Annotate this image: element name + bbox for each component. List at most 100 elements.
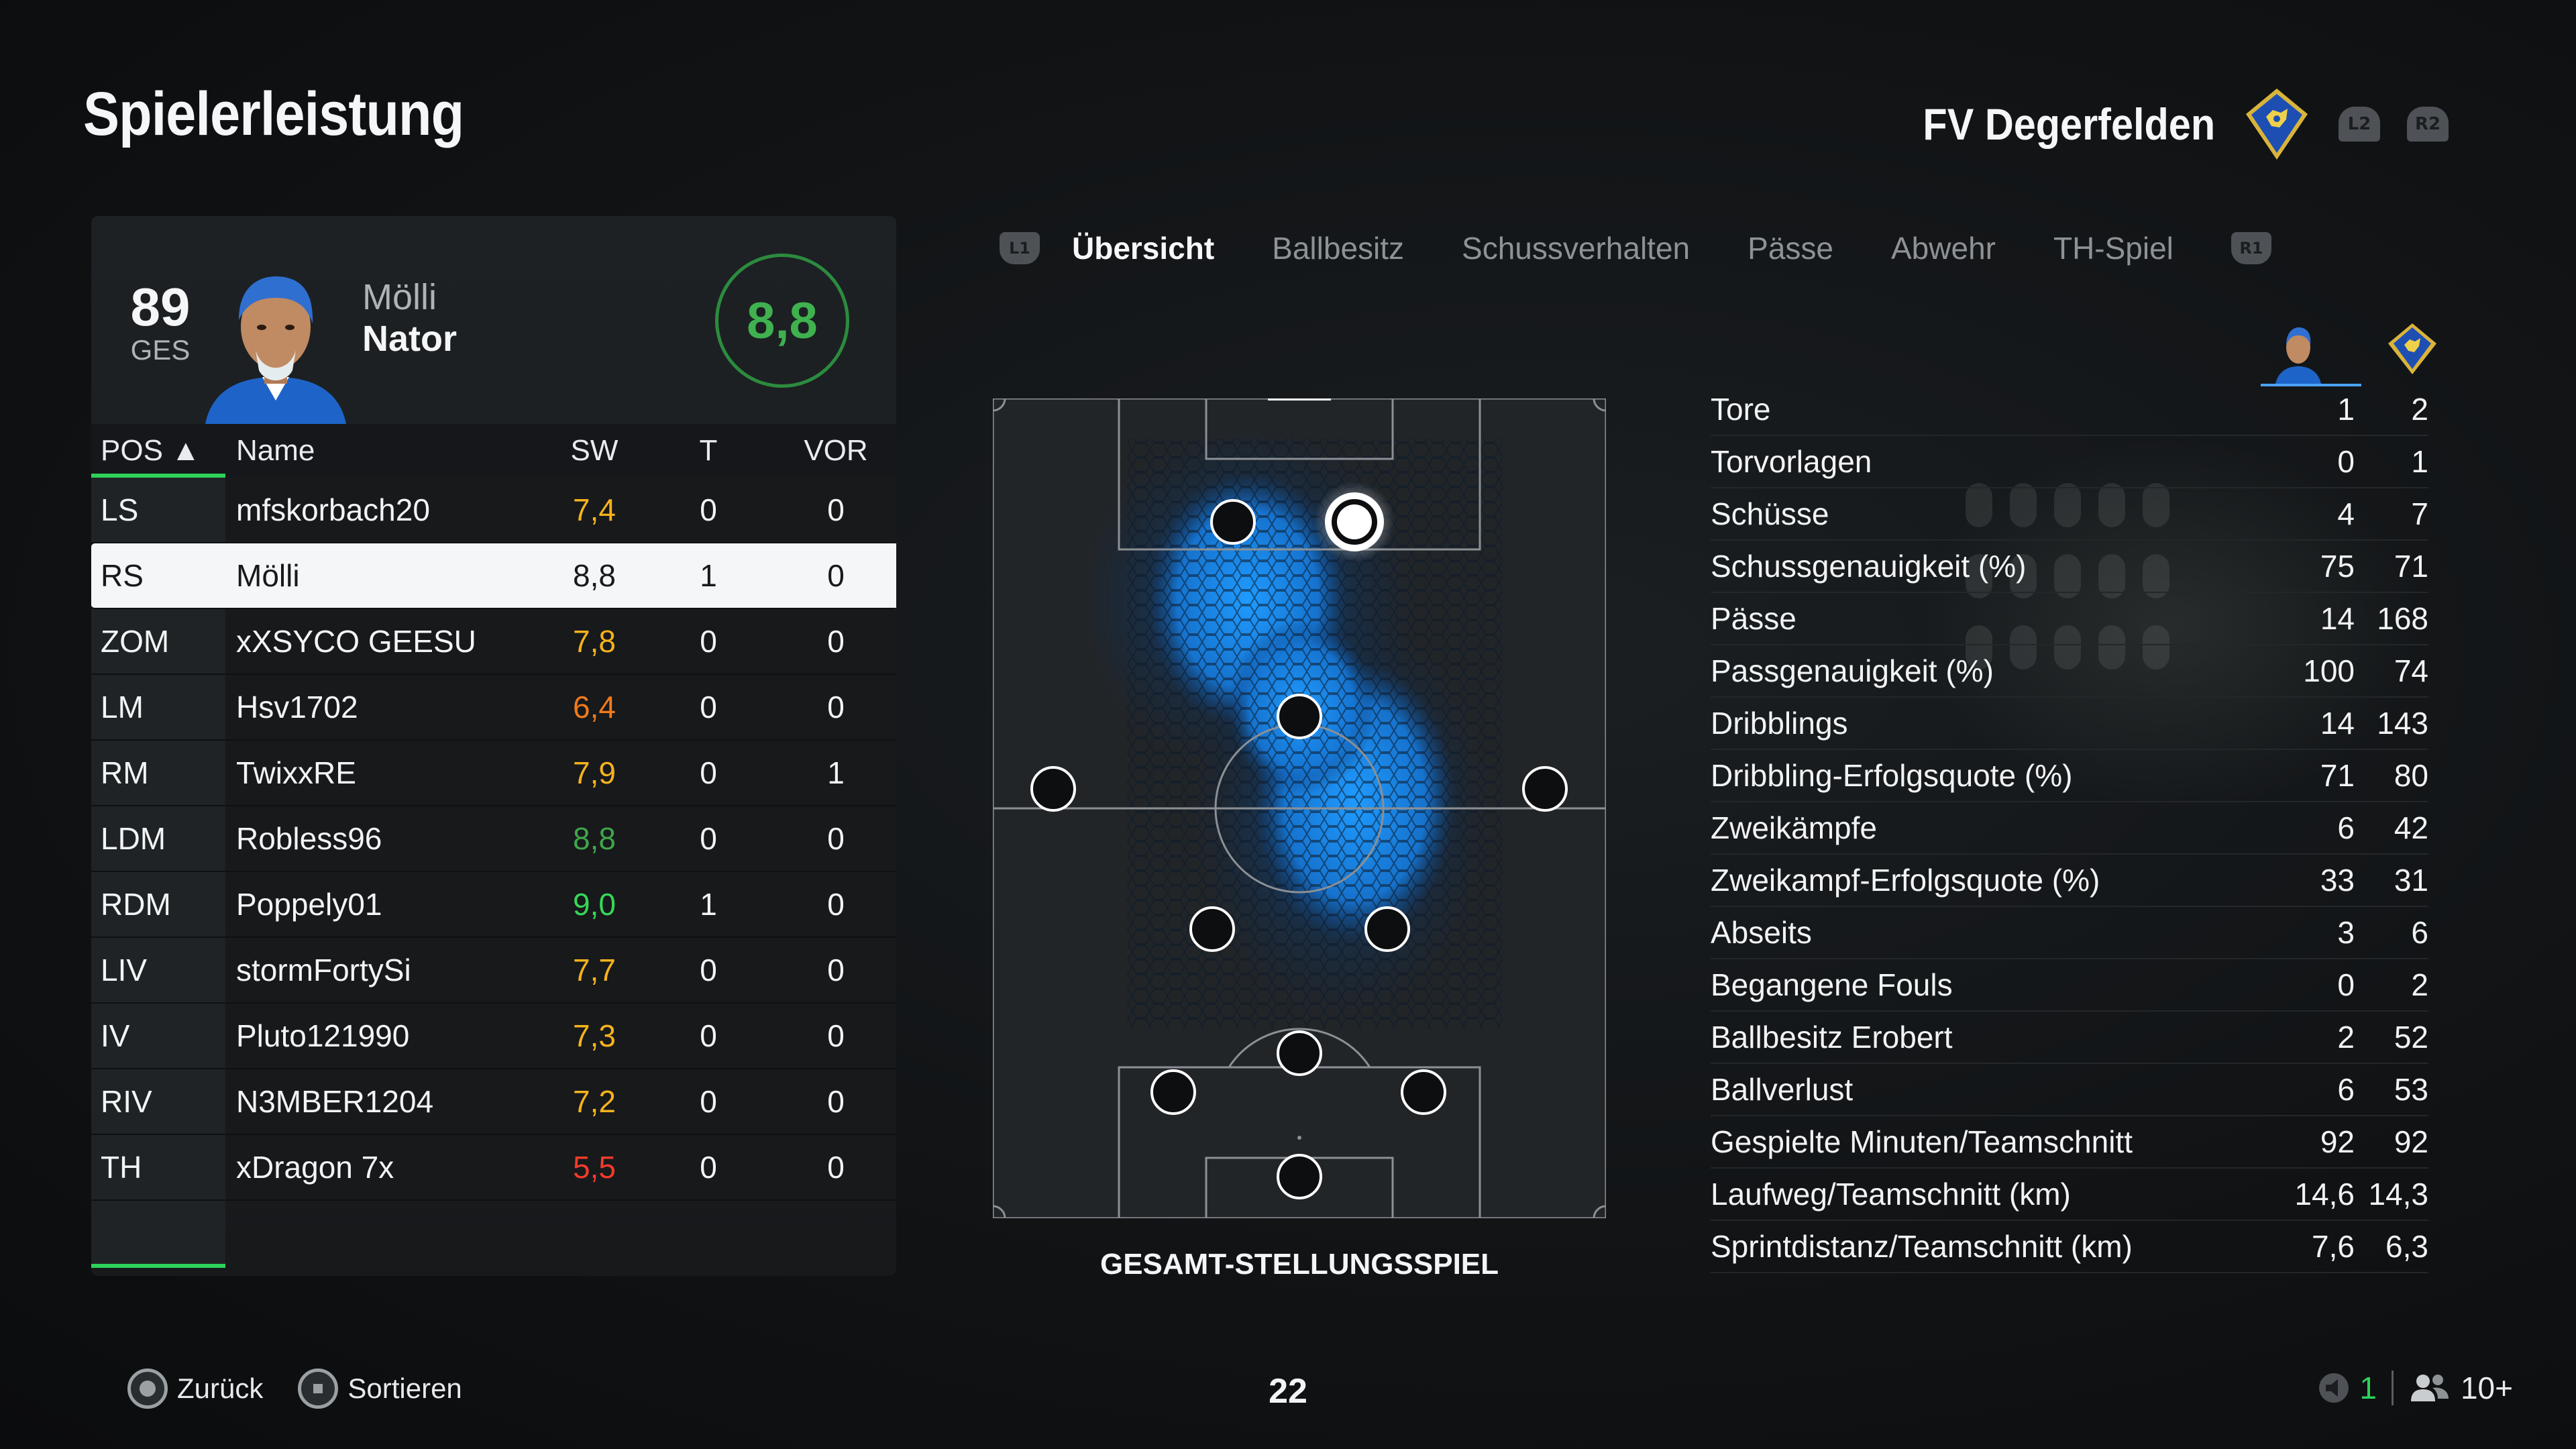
player-marker-liv[interactable] [1150, 1069, 1196, 1115]
player-marker-iv[interactable] [1277, 1030, 1322, 1076]
column-header-t[interactable]: T [641, 434, 775, 468]
back-button[interactable]: Zurück [127, 1368, 263, 1409]
row-goals: 0 [641, 1069, 775, 1134]
stat-label: Zweikampf-Erfolgsquote (%) [1711, 863, 2100, 898]
row-assists: 0 [775, 938, 896, 1002]
tab-abwehr[interactable]: Abwehr [1891, 230, 1996, 266]
footer-separator [2391, 1371, 2394, 1405]
row-player-name: Mölli [225, 543, 547, 608]
stat-player-value: 3 [2337, 915, 2355, 950]
overall-rating: 89 GES [123, 280, 197, 366]
stat-label: Ballverlust [1711, 1072, 1854, 1107]
stat-player-value: 1 [2337, 392, 2355, 427]
r2-button[interactable]: R2 [2407, 107, 2449, 142]
stat-row: Ballverlust 6 53 [1711, 1064, 2428, 1116]
row-player-name: N3MBER1204 [225, 1069, 547, 1134]
stat-team-value: 168 [2377, 601, 2428, 636]
stat-label: Abseits [1711, 915, 1812, 950]
table-row[interactable]: RDM Poppely01 9,0 1 0 [91, 872, 896, 938]
stat-row: Torvorlagen 0 1 [1711, 436, 2428, 488]
row-assists: 0 [775, 478, 896, 542]
table-row[interactable]: TH xDragon 7x 5,5 0 0 [91, 1135, 896, 1201]
stat-row: Abseits 3 6 [1711, 907, 2428, 959]
stat-label: Schussgenauigkeit (%) [1711, 549, 2027, 584]
row-rating: 7,8 [547, 609, 641, 674]
voice-chat-count: 1 [2359, 1371, 2377, 1405]
player-table: POS ▲ Name SW T VOR LS mfskorbach20 7,4 0 0 R… [91, 424, 896, 1268]
row-player-name: Pluto121990 [225, 1004, 547, 1068]
table-body: LS mfskorbach20 7,4 0 0 RS Mölli 8,8 1 0 ZOM xXSYCO… [91, 478, 896, 1201]
stat-label: Laufweg/Teamschnitt (km) [1711, 1177, 2071, 1212]
table-row[interactable]: LS mfskorbach20 7,4 0 0 [91, 478, 896, 543]
row-player-name: stormFortySi [225, 938, 547, 1002]
row-position: RIV [91, 1069, 225, 1134]
footer-controls: Zurück Sortieren [127, 1368, 462, 1409]
column-header-vor[interactable]: VOR [775, 434, 896, 468]
circle-button-icon [127, 1368, 168, 1409]
stats-column-headers [2261, 314, 2449, 388]
tab-ubersicht[interactable]: Übersicht [1072, 230, 1214, 266]
row-goals: 1 [641, 872, 775, 936]
stat-row: Tore 1 2 [1711, 384, 2428, 436]
stat-label: Gespielte Minuten/Teamschnitt [1711, 1124, 2133, 1159]
table-row[interactable]: LM Hsv1702 6,4 0 0 [91, 675, 896, 741]
table-row[interactable]: RM TwixxRE 7,9 0 1 [91, 741, 896, 806]
table-row[interactable]: LDM Robless96 8,8 0 0 [91, 806, 896, 872]
stat-label: Tore [1711, 392, 1771, 427]
stat-team-value: 74 [2394, 653, 2428, 688]
player-marker-zom[interactable] [1277, 694, 1322, 739]
player-marker-riv[interactable] [1401, 1069, 1446, 1115]
pitch-caption: GESAMT-STELLUNGSSPIEL [1099, 1248, 1499, 1281]
tab-passe[interactable]: Pässe [1748, 230, 1833, 266]
row-player-name: Poppely01 [225, 872, 547, 936]
stat-row: Pässe 14 168 [1711, 593, 2428, 645]
row-rating: 5,5 [547, 1135, 641, 1199]
player-marker-rdm[interactable] [1364, 906, 1410, 952]
stat-row: Dribbling-Erfolgsquote (%) 71 80 [1711, 750, 2428, 802]
player-marker-rm[interactable] [1522, 766, 1568, 812]
row-goals: 0 [641, 938, 775, 1002]
stat-label: Ballbesitz Erobert [1711, 1020, 1953, 1055]
stat-row: Dribblings 14 143 [1711, 698, 2428, 750]
stat-label: Dribbling-Erfolgsquote (%) [1711, 758, 2073, 793]
stat-player-value: 100 [2303, 653, 2355, 688]
tab-ballbesitz[interactable]: Ballbesitz [1272, 230, 1404, 266]
table-row[interactable]: IV Pluto121990 7,3 0 0 [91, 1004, 896, 1069]
column-header-name[interactable]: Name [225, 434, 547, 468]
row-player-name: mfskorbach20 [225, 478, 547, 542]
l1-button[interactable]: L1 [1000, 232, 1040, 264]
table-row[interactable]: RS Mölli 8,8 1 0 [91, 543, 896, 609]
team-header: FV Degerfelden L2 R2 [1890, 87, 2449, 161]
stat-player-value: 7,6 [2312, 1229, 2355, 1264]
players-count: 10+ [2460, 1371, 2513, 1405]
match-rating-badge: 8,8 [715, 254, 849, 388]
row-player-name: xXSYCO GEESU [225, 609, 547, 674]
player-marker-ls[interactable] [1210, 499, 1256, 545]
row-rating: 8,8 [547, 543, 641, 608]
table-row[interactable]: LIV stormFortySi 7,7 0 0 [91, 938, 896, 1004]
player-name: Mölli Nator [362, 276, 457, 360]
stat-team-value: 42 [2394, 810, 2428, 845]
player-marker-th[interactable] [1277, 1154, 1322, 1199]
stat-row: Zweikampf-Erfolgsquote (%) 33 31 [1711, 855, 2428, 907]
player-marker-ldm[interactable] [1189, 906, 1235, 952]
tab-th-spiel[interactable]: TH-Spiel [2053, 230, 2174, 266]
stat-player-value: 33 [2320, 863, 2355, 898]
player-marker-lm[interactable] [1030, 766, 1076, 812]
row-assists: 0 [775, 543, 896, 608]
sort-button[interactable]: Sortieren [298, 1368, 462, 1409]
row-goals: 0 [641, 675, 775, 739]
column-header-pos[interactable]: POS ▲ [91, 434, 225, 468]
r1-button[interactable]: R1 [2231, 232, 2271, 264]
column-header-sw[interactable]: SW [547, 434, 641, 468]
table-row[interactable]: RIV N3MBER1204 7,2 0 0 [91, 1069, 896, 1135]
stat-label: Dribblings [1711, 706, 1848, 741]
row-position: LS [91, 478, 225, 542]
tab-schussverhalten[interactable]: Schussverhalten [1462, 230, 1690, 266]
stat-player-value: 6 [2337, 1072, 2355, 1107]
l2-button[interactable]: L2 [2339, 107, 2380, 142]
table-row[interactable]: ZOM xXSYCO GEESU 7,8 0 0 [91, 609, 896, 675]
sort-label: Sortieren [347, 1373, 462, 1404]
stat-label: Torvorlagen [1711, 444, 1872, 479]
stat-label: Passgenauigkeit (%) [1711, 653, 1994, 688]
